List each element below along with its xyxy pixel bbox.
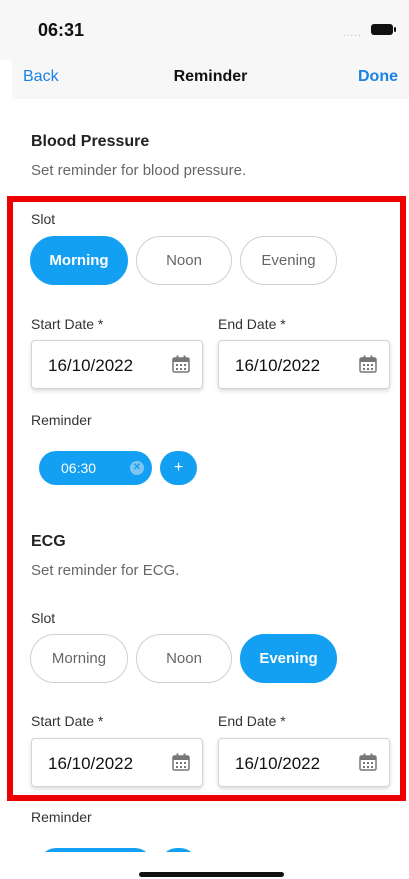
ecg-subtitle: Set reminder for ECG. [31,562,180,579]
bp-start-date-value: 16/10/2022 [48,356,134,375]
reminder-time-chip[interactable]: 06:30 ✕ [39,451,152,485]
bp-slot-noon-button[interactable]: Noon [136,236,232,285]
ecg-start-date-label: Start Date * [31,713,104,729]
ecg-end-date-label: End Date * [218,713,286,729]
bp-end-date-field[interactable]: 16/10/2022 [218,340,390,389]
highlight-frame [7,196,406,801]
calendar-icon[interactable] [359,753,377,771]
calendar-icon[interactable] [359,355,377,373]
ecg-end-date-field[interactable]: 16/10/2022 [218,738,390,787]
bp-reminder-label: Reminder [31,412,92,428]
ecg-slot-noon-button[interactable]: Noon [136,634,232,683]
page-title: Reminder [173,68,248,85]
bp-end-date-label: End Date * [218,316,286,332]
ecg-end-date-value: 16/10/2022 [235,754,321,773]
bp-end-date-value: 16/10/2022 [235,356,321,375]
status-time: 06:31 [38,20,85,40]
bp-start-date-field[interactable]: 16/10/2022 [31,340,203,389]
calendar-icon[interactable] [172,753,190,771]
ecg-slot-morning-button[interactable]: Morning [30,634,128,683]
bp-slot-label: Slot [31,211,56,227]
clear-icon[interactable]: ✕ [130,461,144,475]
bp-start-date-label: Start Date * [31,316,104,332]
ecg-reminder-label: Reminder [31,809,92,825]
done-button[interactable]: Done [358,68,398,86]
ecg-start-date-value: 16/10/2022 [48,754,134,773]
ecg-slot-label: Slot [31,610,56,626]
blood-pressure-subtitle: Set reminder for blood pressure. [31,162,247,179]
reminder-time-value: 06:30 [61,460,97,476]
calendar-icon[interactable] [172,355,190,373]
bp-slot-morning-button[interactable]: Morning [30,236,128,285]
ecg-slot-evening-button[interactable]: Evening [240,634,337,683]
ecg-start-date-field[interactable]: 16/10/2022 [31,738,203,787]
signal-icon: ..... [343,28,362,39]
navigation-bar: Reminder Back Done [12,57,409,99]
ecg-title: ECG [31,533,66,550]
add-reminder-button[interactable]: + [160,451,197,485]
battery-icon [371,24,396,35]
bp-slot-evening-button[interactable]: Evening [240,236,337,285]
blood-pressure-title: Blood Pressure [31,133,150,150]
status-bar: 06:31 ..... [0,0,409,60]
back-button[interactable]: Back [23,68,59,86]
home-indicator [139,872,284,877]
